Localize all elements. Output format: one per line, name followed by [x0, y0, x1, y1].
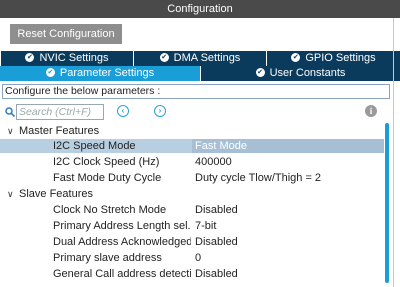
panel-divider: [393, 18, 394, 287]
search-previous-icon[interactable]: ‹: [117, 105, 129, 117]
param-value[interactable]: Fast Mode: [192, 139, 384, 153]
param-name: Primary Address Length sel...: [53, 220, 191, 232]
param-row-fast-mode-duty-cycle[interactable]: Fast Mode Duty Cycle Duty cycle Tlow/Thi…: [0, 171, 384, 185]
tab-label: DMA Settings: [173, 52, 241, 64]
param-value[interactable]: Duty cycle Tlow/Thigh = 2: [195, 171, 321, 185]
check-circle-icon: ✔: [255, 67, 265, 77]
param-name: I2C Speed Mode: [53, 140, 136, 152]
tab-label: User Constants: [269, 67, 346, 79]
param-value[interactable]: 0: [195, 251, 201, 265]
param-row-dual-address-ack[interactable]: Dual Address Acknowledged Disabled: [0, 235, 384, 249]
tab-row-parameters: ✔ Parameter Settings ✔ User Constants: [0, 66, 400, 81]
param-name: Dual Address Acknowledged: [53, 236, 191, 248]
check-circle-icon: ✔: [159, 52, 169, 62]
chevron-down-icon: ∨: [7, 189, 14, 199]
tab-label: Parameter Settings: [59, 67, 155, 79]
param-row-primary-address-length[interactable]: Primary Address Length sel... 7-bit: [0, 219, 384, 233]
param-name: General Call address detection: [53, 268, 191, 280]
group-label: Slave Features: [19, 188, 93, 200]
tab-user-constants[interactable]: ✔ User Constants: [200, 66, 400, 81]
tab-row-settings: ✔ NVIC Settings ✔ DMA Settings ✔ GPIO Setti…: [0, 51, 400, 66]
info-icon[interactable]: i: [365, 105, 377, 117]
search-icon: [5, 107, 15, 117]
param-value[interactable]: 7-bit: [195, 219, 216, 233]
param-value[interactable]: 400000: [195, 155, 232, 169]
configure-prompt: Configure the below parameters :: [2, 84, 390, 99]
param-row-i2c-speed-mode[interactable]: I2C Speed Mode Fast Mode: [0, 139, 384, 153]
tab-label: NVIC Settings: [39, 52, 109, 64]
search-next-icon[interactable]: ›: [154, 105, 166, 117]
tab-gpio-settings[interactable]: ✔ GPIO Settings: [266, 51, 400, 66]
search-input[interactable]: [16, 104, 104, 120]
param-name: Primary slave address: [53, 252, 162, 264]
param-row-general-call-detection[interactable]: General Call address detection Disabled: [0, 267, 384, 281]
reset-configuration-button[interactable]: Reset Configuration: [10, 24, 122, 44]
param-name: Fast Mode Duty Cycle: [53, 172, 162, 184]
tab-label: GPIO Settings: [305, 52, 376, 64]
group-master-features[interactable]: ∨ Master Features: [0, 124, 384, 138]
param-row-i2c-clock-speed[interactable]: I2C Clock Speed (Hz) 400000: [0, 155, 384, 169]
check-circle-icon: ✔: [25, 52, 35, 62]
vertical-scrollbar[interactable]: [385, 123, 389, 285]
param-name: Clock No Stretch Mode: [53, 204, 167, 216]
param-row-primary-slave-address[interactable]: Primary slave address 0: [0, 251, 384, 265]
chevron-down-icon: ∨: [7, 126, 14, 136]
group-label: Master Features: [19, 125, 100, 137]
tab-dma-settings[interactable]: ✔ DMA Settings: [133, 51, 266, 66]
param-value[interactable]: Disabled: [195, 235, 238, 249]
tab-nvic-settings[interactable]: ✔ NVIC Settings: [0, 51, 133, 66]
tab-parameter-settings[interactable]: ✔ Parameter Settings: [0, 66, 200, 81]
check-circle-icon: ✔: [291, 52, 301, 62]
param-value[interactable]: Disabled: [195, 203, 238, 217]
check-circle-icon: ✔: [45, 67, 55, 77]
scrollbar-thumb[interactable]: [385, 123, 389, 283]
param-name: I2C Clock Speed (Hz): [53, 156, 160, 168]
window-title: Configuration: [0, 0, 400, 18]
param-row-clock-no-stretch[interactable]: Clock No Stretch Mode Disabled: [0, 203, 384, 217]
search-bar: ‹ › i: [0, 103, 400, 121]
group-slave-features[interactable]: ∨ Slave Features: [0, 187, 384, 201]
param-value[interactable]: Disabled: [195, 267, 238, 281]
